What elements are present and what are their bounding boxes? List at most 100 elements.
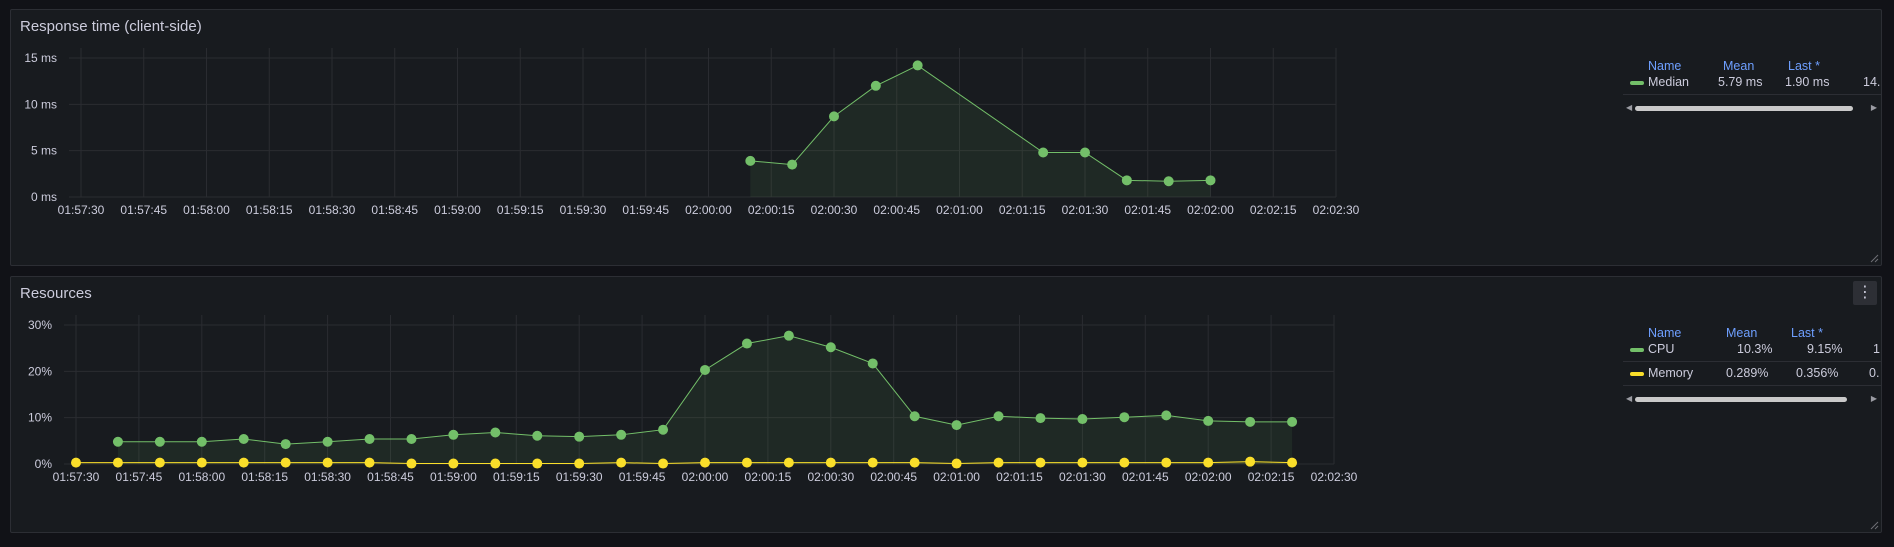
data-point-memory[interactable] xyxy=(1119,457,1130,468)
data-point-memory[interactable] xyxy=(867,457,878,468)
data-point-memory[interactable] xyxy=(280,457,291,468)
data-point-cpu[interactable] xyxy=(993,411,1004,422)
data-point-memory[interactable] xyxy=(322,457,333,468)
data-point-cpu[interactable] xyxy=(1035,413,1046,424)
x-tick-label: 02:02:00 xyxy=(1187,203,1234,217)
data-point-cpu[interactable] xyxy=(1245,416,1256,427)
data-point-memory[interactable] xyxy=(448,458,459,469)
legend-series-name: Median xyxy=(1648,75,1689,89)
data-point-memory[interactable] xyxy=(154,457,165,468)
scroll-left-icon[interactable]: ◀ xyxy=(1626,394,1632,404)
data-point-median[interactable] xyxy=(787,159,798,170)
x-tick-label: 02:00:15 xyxy=(748,203,795,217)
data-point-cpu[interactable] xyxy=(741,338,752,349)
data-point-memory[interactable] xyxy=(490,458,501,469)
kebab-menu-icon[interactable]: ⋮ xyxy=(1853,281,1877,305)
data-point-cpu[interactable] xyxy=(1119,412,1130,423)
data-point-memory[interactable] xyxy=(532,458,543,469)
data-point-memory[interactable] xyxy=(700,457,710,468)
data-point-median[interactable] xyxy=(829,111,839,122)
data-point-cpu[interactable] xyxy=(154,436,165,447)
data-point-memory[interactable] xyxy=(1035,457,1046,468)
resize-handle-icon[interactable] xyxy=(1869,253,1879,263)
data-point-memory[interactable] xyxy=(238,457,249,468)
data-point-cpu[interactable] xyxy=(490,427,501,438)
data-point-memory[interactable] xyxy=(1077,457,1088,468)
data-point-cpu[interactable] xyxy=(867,358,878,369)
data-point-memory[interactable] xyxy=(951,458,962,469)
legend-row-cpu[interactable]: CPU 10.3% 9.15% 1 xyxy=(1623,337,1881,362)
scroll-right-icon[interactable]: ▶ xyxy=(1871,394,1877,404)
data-point-median[interactable] xyxy=(745,155,756,166)
data-point-cpu[interactable] xyxy=(616,429,627,440)
legend-horizontal-scrollbar[interactable]: ◀ ▶ xyxy=(1623,103,1881,113)
data-point-memory[interactable] xyxy=(1161,457,1172,468)
scrollbar-thumb[interactable] xyxy=(1635,106,1853,111)
data-point-cpu[interactable] xyxy=(406,433,417,444)
x-tick-label: 01:59:45 xyxy=(619,470,666,484)
data-point-memory[interactable] xyxy=(196,457,207,468)
x-tick-label: 02:01:45 xyxy=(1122,470,1169,484)
data-point-memory[interactable] xyxy=(993,457,1004,468)
data-point-cpu[interactable] xyxy=(658,424,669,435)
scroll-left-icon[interactable]: ◀ xyxy=(1626,103,1632,113)
legend-series-name: Memory xyxy=(1648,366,1694,380)
data-point-cpu[interactable] xyxy=(909,411,920,422)
data-point-cpu[interactable] xyxy=(322,436,333,447)
data-point-memory[interactable] xyxy=(658,458,669,469)
legend-row-memory[interactable]: Memory 0.289% 0.356% 0. xyxy=(1623,361,1881,386)
data-point-median[interactable] xyxy=(870,80,881,91)
data-point-cpu[interactable] xyxy=(364,433,375,444)
resize-handle-icon[interactable] xyxy=(1869,520,1879,530)
data-point-memory[interactable] xyxy=(1203,457,1214,468)
data-point-cpu[interactable] xyxy=(825,342,836,353)
legend-row-median[interactable]: Median 5.79 ms 1.90 ms 14. xyxy=(1623,70,1881,95)
data-point-cpu[interactable] xyxy=(238,433,249,444)
y-tick-label: 0% xyxy=(35,457,53,471)
x-tick-label: 02:02:30 xyxy=(1313,203,1360,217)
data-point-cpu[interactable] xyxy=(280,439,291,450)
data-point-cpu[interactable] xyxy=(783,330,794,341)
data-point-cpu[interactable] xyxy=(112,436,123,447)
data-point-cpu[interactable] xyxy=(532,430,543,441)
x-tick-label: 01:58:15 xyxy=(241,470,288,484)
data-point-median[interactable] xyxy=(1080,147,1090,158)
data-point-memory[interactable] xyxy=(112,457,123,468)
data-point-memory[interactable] xyxy=(574,458,585,469)
x-tick-label: 01:58:45 xyxy=(367,470,414,484)
x-tick-label: 02:02:00 xyxy=(1185,470,1232,484)
data-point-memory[interactable] xyxy=(406,458,417,469)
data-point-median[interactable] xyxy=(1121,175,1132,186)
data-point-cpu[interactable] xyxy=(196,436,207,447)
data-point-cpu[interactable] xyxy=(448,429,459,440)
data-point-memory[interactable] xyxy=(741,457,752,468)
data-point-memory[interactable] xyxy=(616,457,627,468)
data-point-memory[interactable] xyxy=(909,457,920,468)
scrollbar-thumb[interactable] xyxy=(1635,397,1847,402)
legend-mean-value: 5.79 ms xyxy=(1718,75,1763,89)
data-point-median[interactable] xyxy=(1038,147,1049,158)
data-point-cpu[interactable] xyxy=(951,420,962,431)
response-time-chart[interactable]: 0 ms 5 ms 10 ms 15 ms 01:57:30 01:57:45 01:58:… xyxy=(11,10,1631,267)
x-tick-label: 02:01:15 xyxy=(999,203,1046,217)
data-point-cpu[interactable] xyxy=(1203,415,1214,426)
legend-truncated-value: 0. xyxy=(1869,366,1880,380)
data-point-memory[interactable] xyxy=(71,457,81,468)
scroll-right-icon[interactable]: ▶ xyxy=(1871,103,1877,113)
data-point-memory[interactable] xyxy=(1245,456,1256,467)
data-point-cpu[interactable] xyxy=(1287,416,1298,427)
legend-horizontal-scrollbar[interactable]: ◀ ▶ xyxy=(1623,394,1881,404)
data-point-memory[interactable] xyxy=(783,457,794,468)
data-point-cpu[interactable] xyxy=(574,431,585,442)
data-point-cpu[interactable] xyxy=(1161,410,1172,421)
data-point-memory[interactable] xyxy=(825,457,836,468)
data-point-median[interactable] xyxy=(912,60,923,71)
data-point-cpu[interactable] xyxy=(700,364,710,375)
data-point-median[interactable] xyxy=(1163,176,1174,187)
data-point-memory[interactable] xyxy=(1287,457,1298,468)
data-point-median[interactable] xyxy=(1205,175,1216,186)
data-point-memory[interactable] xyxy=(364,457,375,468)
x-tick-label: 01:59:15 xyxy=(493,470,540,484)
data-point-cpu[interactable] xyxy=(1077,414,1088,425)
resources-chart[interactable]: 0% 10% 20% 30% 01:57:30 01:57:45 01:58:00 01:58… xyxy=(11,277,1631,534)
